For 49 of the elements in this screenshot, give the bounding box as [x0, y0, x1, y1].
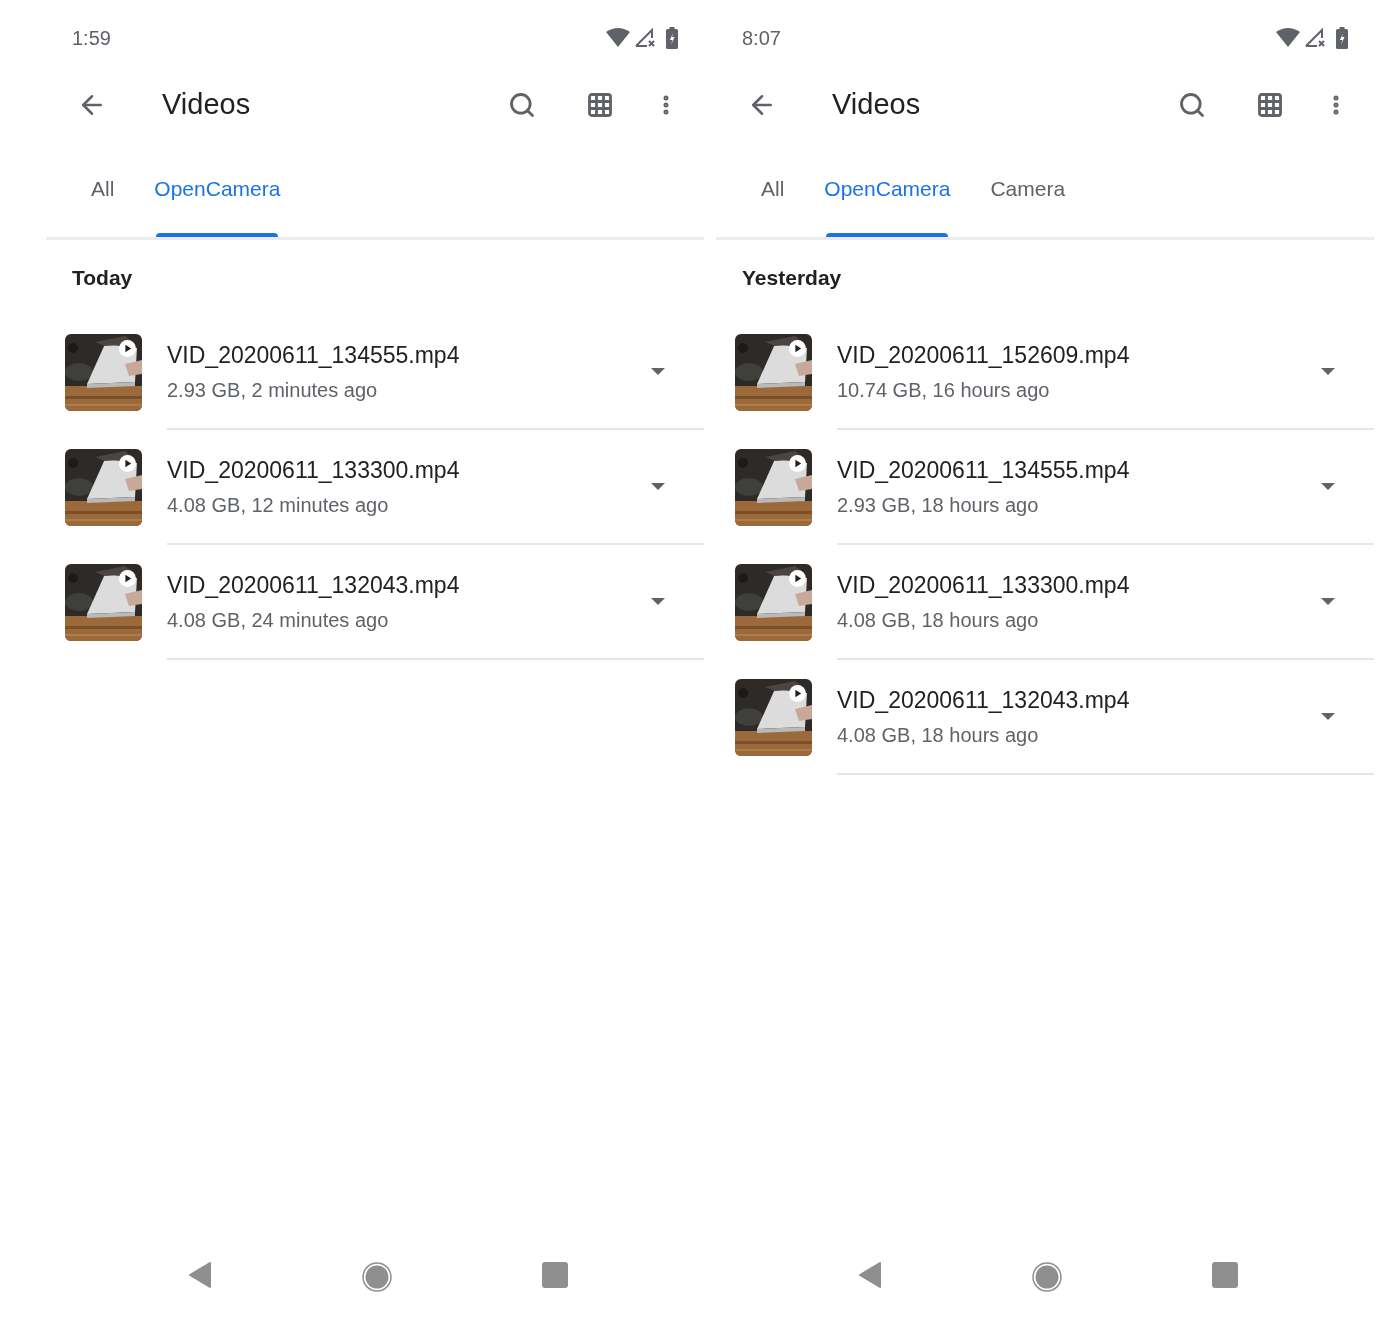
wifi-icon [606, 27, 630, 48]
play-icon [789, 455, 806, 472]
caret-icon[interactable] [651, 597, 665, 606]
video-details: 10.74 GB, 16 hours ago [837, 377, 1051, 403]
video-details: 4.08 GB, 12 minutes ago [167, 492, 390, 518]
video-details: 4.08 GB, 18 hours ago [837, 607, 1040, 633]
nav-back-button[interactable] [188, 1262, 212, 1288]
caret-icon[interactable] [1321, 367, 1335, 376]
video-details: 4.08 GB, 18 hours ago [837, 722, 1040, 748]
video-name: VID_20200611_134555.mp4 [167, 341, 461, 371]
tab[interactable]: OpenCamera [804, 167, 971, 237]
nav-home-button[interactable] [1032, 1262, 1062, 1292]
caret-icon[interactable] [651, 367, 665, 376]
caret-icon[interactable] [651, 482, 665, 491]
signal-icon [1304, 27, 1326, 48]
tab[interactable]: All [741, 167, 805, 237]
video-details: 2.93 GB, 18 hours ago [837, 492, 1040, 518]
video-name: VID_20200611_132043.mp4 [167, 571, 461, 601]
video-name: VID_20200611_133300.mp4 [837, 571, 1131, 601]
nav-back-button[interactable] [858, 1262, 882, 1288]
section-header: Today [72, 264, 133, 291]
play-icon [789, 685, 806, 702]
play-icon [789, 340, 806, 357]
status-time: 8:07 [742, 25, 781, 51]
toolbar-title: Videos [832, 87, 922, 123]
section-header: Yesterday [742, 264, 842, 291]
signal-icon [634, 27, 656, 48]
video-details: 4.08 GB, 24 minutes ago [167, 607, 390, 633]
play-icon [789, 570, 806, 587]
caret-icon[interactable] [1321, 712, 1335, 721]
wifi-icon [1276, 27, 1300, 48]
video-name: VID_20200611_132043.mp4 [837, 686, 1131, 716]
status-time: 1:59 [72, 25, 111, 51]
video-name: VID_20200611_133300.mp4 [167, 456, 461, 486]
caret-icon[interactable] [1321, 482, 1335, 491]
tab[interactable]: All [71, 167, 135, 237]
caret-icon[interactable] [1321, 597, 1335, 606]
video-name: VID_20200611_152609.mp4 [837, 341, 1131, 371]
play-icon [119, 570, 136, 587]
tab[interactable]: Camera [970, 167, 1086, 237]
battery-icon [666, 26, 678, 49]
play-icon [119, 455, 136, 472]
video-name: VID_20200611_134555.mp4 [837, 456, 1131, 486]
toolbar-title: Videos [162, 87, 252, 123]
tab[interactable]: OpenCamera [134, 167, 301, 237]
nav-home-button[interactable] [362, 1262, 392, 1292]
play-icon [119, 340, 136, 357]
battery-icon [1336, 26, 1348, 49]
video-details: 2.93 GB, 2 minutes ago [167, 377, 379, 403]
